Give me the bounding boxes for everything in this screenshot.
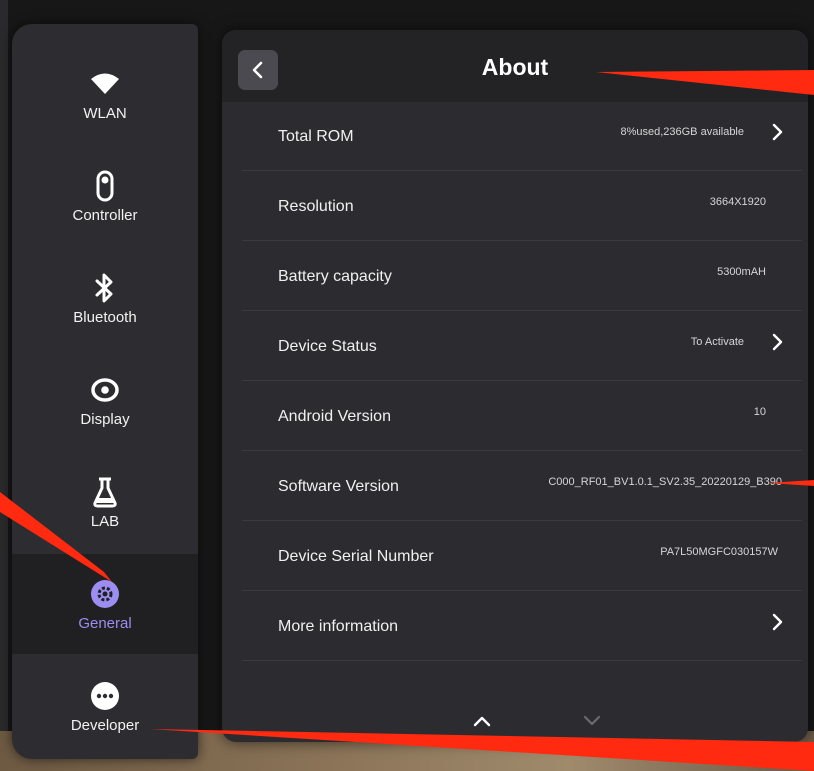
sidebar-item-wlan[interactable]: WLAN: [12, 44, 198, 144]
ellipsis-icon: [88, 679, 122, 713]
row-value: C000_RF01_BV1.0.1_SV2.35_20220129_B390: [548, 476, 782, 488]
sidebar-item-label: Display: [80, 410, 130, 428]
row-device-status[interactable]: Device Status To Activate: [242, 312, 802, 381]
chevron-right-icon: [772, 123, 783, 141]
chevron-down-icon[interactable]: [577, 706, 607, 736]
page-title: About: [481, 54, 549, 80]
about-panel: About Total ROM 8%used,236GB available R…: [222, 30, 808, 742]
row-value: 8%used,236GB available: [620, 126, 744, 138]
panel-header: About: [222, 30, 808, 102]
chevron-right-icon: [772, 333, 783, 351]
row-label: Device Status: [278, 338, 377, 355]
sidebar-item-display[interactable]: Display: [12, 350, 198, 450]
row-label: Android Version: [278, 408, 391, 425]
settings-sidebar: WLAN Controller Bluetooth Display LAB Ge…: [12, 24, 198, 759]
sidebar-item-label: Developer: [70, 716, 140, 734]
sidebar-item-label: Controller: [72, 206, 138, 224]
row-label: Total ROM: [278, 128, 354, 145]
row-value: PA7L50MGFC030157W: [660, 546, 778, 558]
sidebar-item-label: LAB: [90, 512, 120, 530]
row-value: 10: [753, 406, 766, 418]
background-edge: [0, 0, 8, 771]
sidebar-item-developer[interactable]: Developer: [12, 656, 198, 756]
row-value: To Activate: [690, 336, 744, 348]
chevron-up-icon[interactable]: [467, 706, 497, 736]
row-label: More information: [278, 618, 399, 635]
row-more-information[interactable]: More information: [242, 592, 802, 661]
row-label: Resolution: [278, 198, 354, 215]
sidebar-item-lab[interactable]: LAB: [12, 452, 198, 552]
controller-icon: [88, 169, 122, 203]
row-software-version: Software Version C000_RF01_BV1.0.1_SV2.3…: [242, 452, 802, 521]
row-resolution: Resolution 3664X1920: [242, 172, 802, 241]
row-device-serial-number: Device Serial Number PA7L50MGFC030157W: [242, 522, 802, 591]
row-label: Software Version: [278, 478, 399, 495]
sidebar-item-controller[interactable]: Controller: [12, 146, 198, 246]
sidebar-item-bluetooth[interactable]: Bluetooth: [12, 248, 198, 348]
bluetooth-icon: [88, 271, 122, 305]
row-value: 3664X1920: [709, 196, 766, 208]
sidebar-item-label: General: [78, 614, 132, 632]
sidebar-item-general[interactable]: General: [12, 554, 198, 654]
row-label: Device Serial Number: [278, 548, 434, 565]
pager: [222, 702, 808, 742]
row-battery-capacity: Battery capacity 5300mAH: [242, 242, 802, 311]
chevron-right-icon: [772, 613, 783, 631]
eye-icon: [88, 373, 122, 407]
row-android-version: Android Version 10: [242, 382, 802, 451]
row-value: 5300mAH: [717, 266, 766, 278]
sidebar-item-label: WLAN: [83, 104, 127, 122]
gear-icon: [88, 577, 122, 611]
sidebar-item-label: Bluetooth: [73, 308, 137, 326]
row-total-rom[interactable]: Total ROM 8%used,236GB available: [242, 102, 802, 171]
flask-icon: [88, 475, 122, 509]
row-label: Battery capacity: [278, 268, 392, 285]
wifi-icon: [88, 67, 122, 101]
